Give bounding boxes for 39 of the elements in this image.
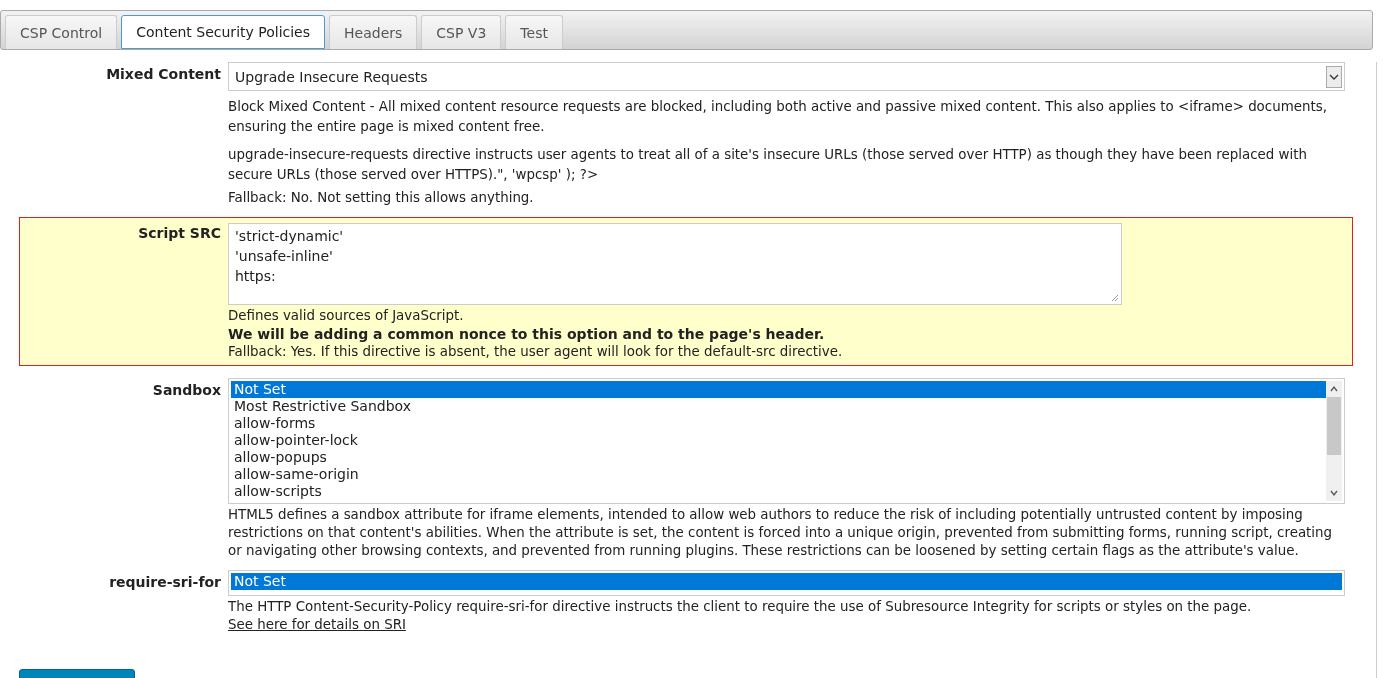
text-line: 'strict-dynamic'	[235, 227, 345, 246]
details-link[interactable]: See here for details on SRI	[228, 616, 406, 634]
text-line: 'unsafe-inline'	[235, 247, 334, 266]
list-option[interactable]: Most Restrictive Sandbox	[231, 398, 1326, 415]
tab[interactable]: Content Security Policies	[121, 15, 326, 49]
list-option[interactable]: allow-popups	[231, 449, 1326, 466]
text-area[interactable]: 'strict-dynamic' 'unsafe-inline' https:	[228, 223, 1122, 305]
list-box[interactable]: Not Set	[228, 570, 1345, 596]
tab[interactable]: Test	[505, 15, 563, 49]
tab[interactable]: CSP Control	[5, 15, 118, 49]
resize-grip-icon	[1111, 294, 1119, 302]
list-option[interactable]: allow-forms	[231, 415, 1326, 432]
scroll-up-icon[interactable]	[1329, 384, 1339, 394]
tab[interactable]: Headers	[329, 15, 418, 49]
description-text: We will be adding a common nonce to this option and to the page's header.	[228, 325, 826, 343]
list-option[interactable]: allow-scripts	[231, 483, 1326, 500]
field-label: Mixed Content	[105, 65, 221, 84]
dropdown-value: Upgrade Insecure Requests	[235, 68, 428, 85]
list-option[interactable]: allow-same-origin	[231, 466, 1326, 483]
dropdown[interactable]: Upgrade Insecure Requests	[228, 62, 1345, 91]
list-option[interactable]: Not Set	[231, 381, 1326, 398]
description-text: Defines valid sources of JavaScript.	[228, 307, 465, 325]
field-label: Sandbox	[151, 381, 221, 400]
field-label: Script SRC	[137, 224, 221, 243]
list-option[interactable]: allow-pointer-lock	[231, 432, 1326, 449]
description-text: The HTTP Content-Security-Policy require-sri-for directive instructs the client to require the use of Subresource Integrity for scripts or styles on the page.	[228, 598, 1253, 616]
description-text: upgrade-insecure-requests directive instructs user agents to treat all of a site's insecure URLs (those served over HTTP) as though they have been replaced with secure URLs (those served over HTTPS).", 'wpcsp' ); ?>	[228, 146, 1308, 184]
text-line: https:	[235, 267, 277, 286]
description-text: Block Mixed Content - All mixed content resource requests are blocked, including both active and passive mixed content. This also applies to <iframe> documents, ensuring the entire page is mixed content free.	[228, 98, 1328, 136]
caret-icon	[1326, 65, 1342, 88]
list-option[interactable]: Not Set	[231, 573, 1342, 590]
tab[interactable]: CSP V3	[421, 15, 502, 49]
scroll-down-icon[interactable]	[1329, 488, 1339, 498]
description-text: Fallback: Yes. If this directive is absent, the user agent will look for the default-src directive.	[228, 343, 844, 361]
description-text: HTML5 defines a sandbox attribute for iframe elements, intended to allow web authors to reduce the risk of including potentially untrusted content by imposing restrictions on that content's abilities. When the attribute is set, the content is forced into a unique origin, prevented from submitting forms, running script, creating or navigating other browsing contexts, and prevented from running plugins. These restrictions can be loosened by setting certain flags as the attribute's value.	[228, 506, 1334, 560]
field-label: require-sri-for	[108, 573, 221, 592]
list-box[interactable]: Not Set Most Restrictive Sandbox allow-forms allow-pointer-lock allow-popups allow-same-origin allow-scripts	[228, 378, 1345, 504]
description-text: Fallback: No. Not setting this allows anything.	[228, 189, 535, 207]
scrollbar[interactable]	[1326, 381, 1342, 501]
